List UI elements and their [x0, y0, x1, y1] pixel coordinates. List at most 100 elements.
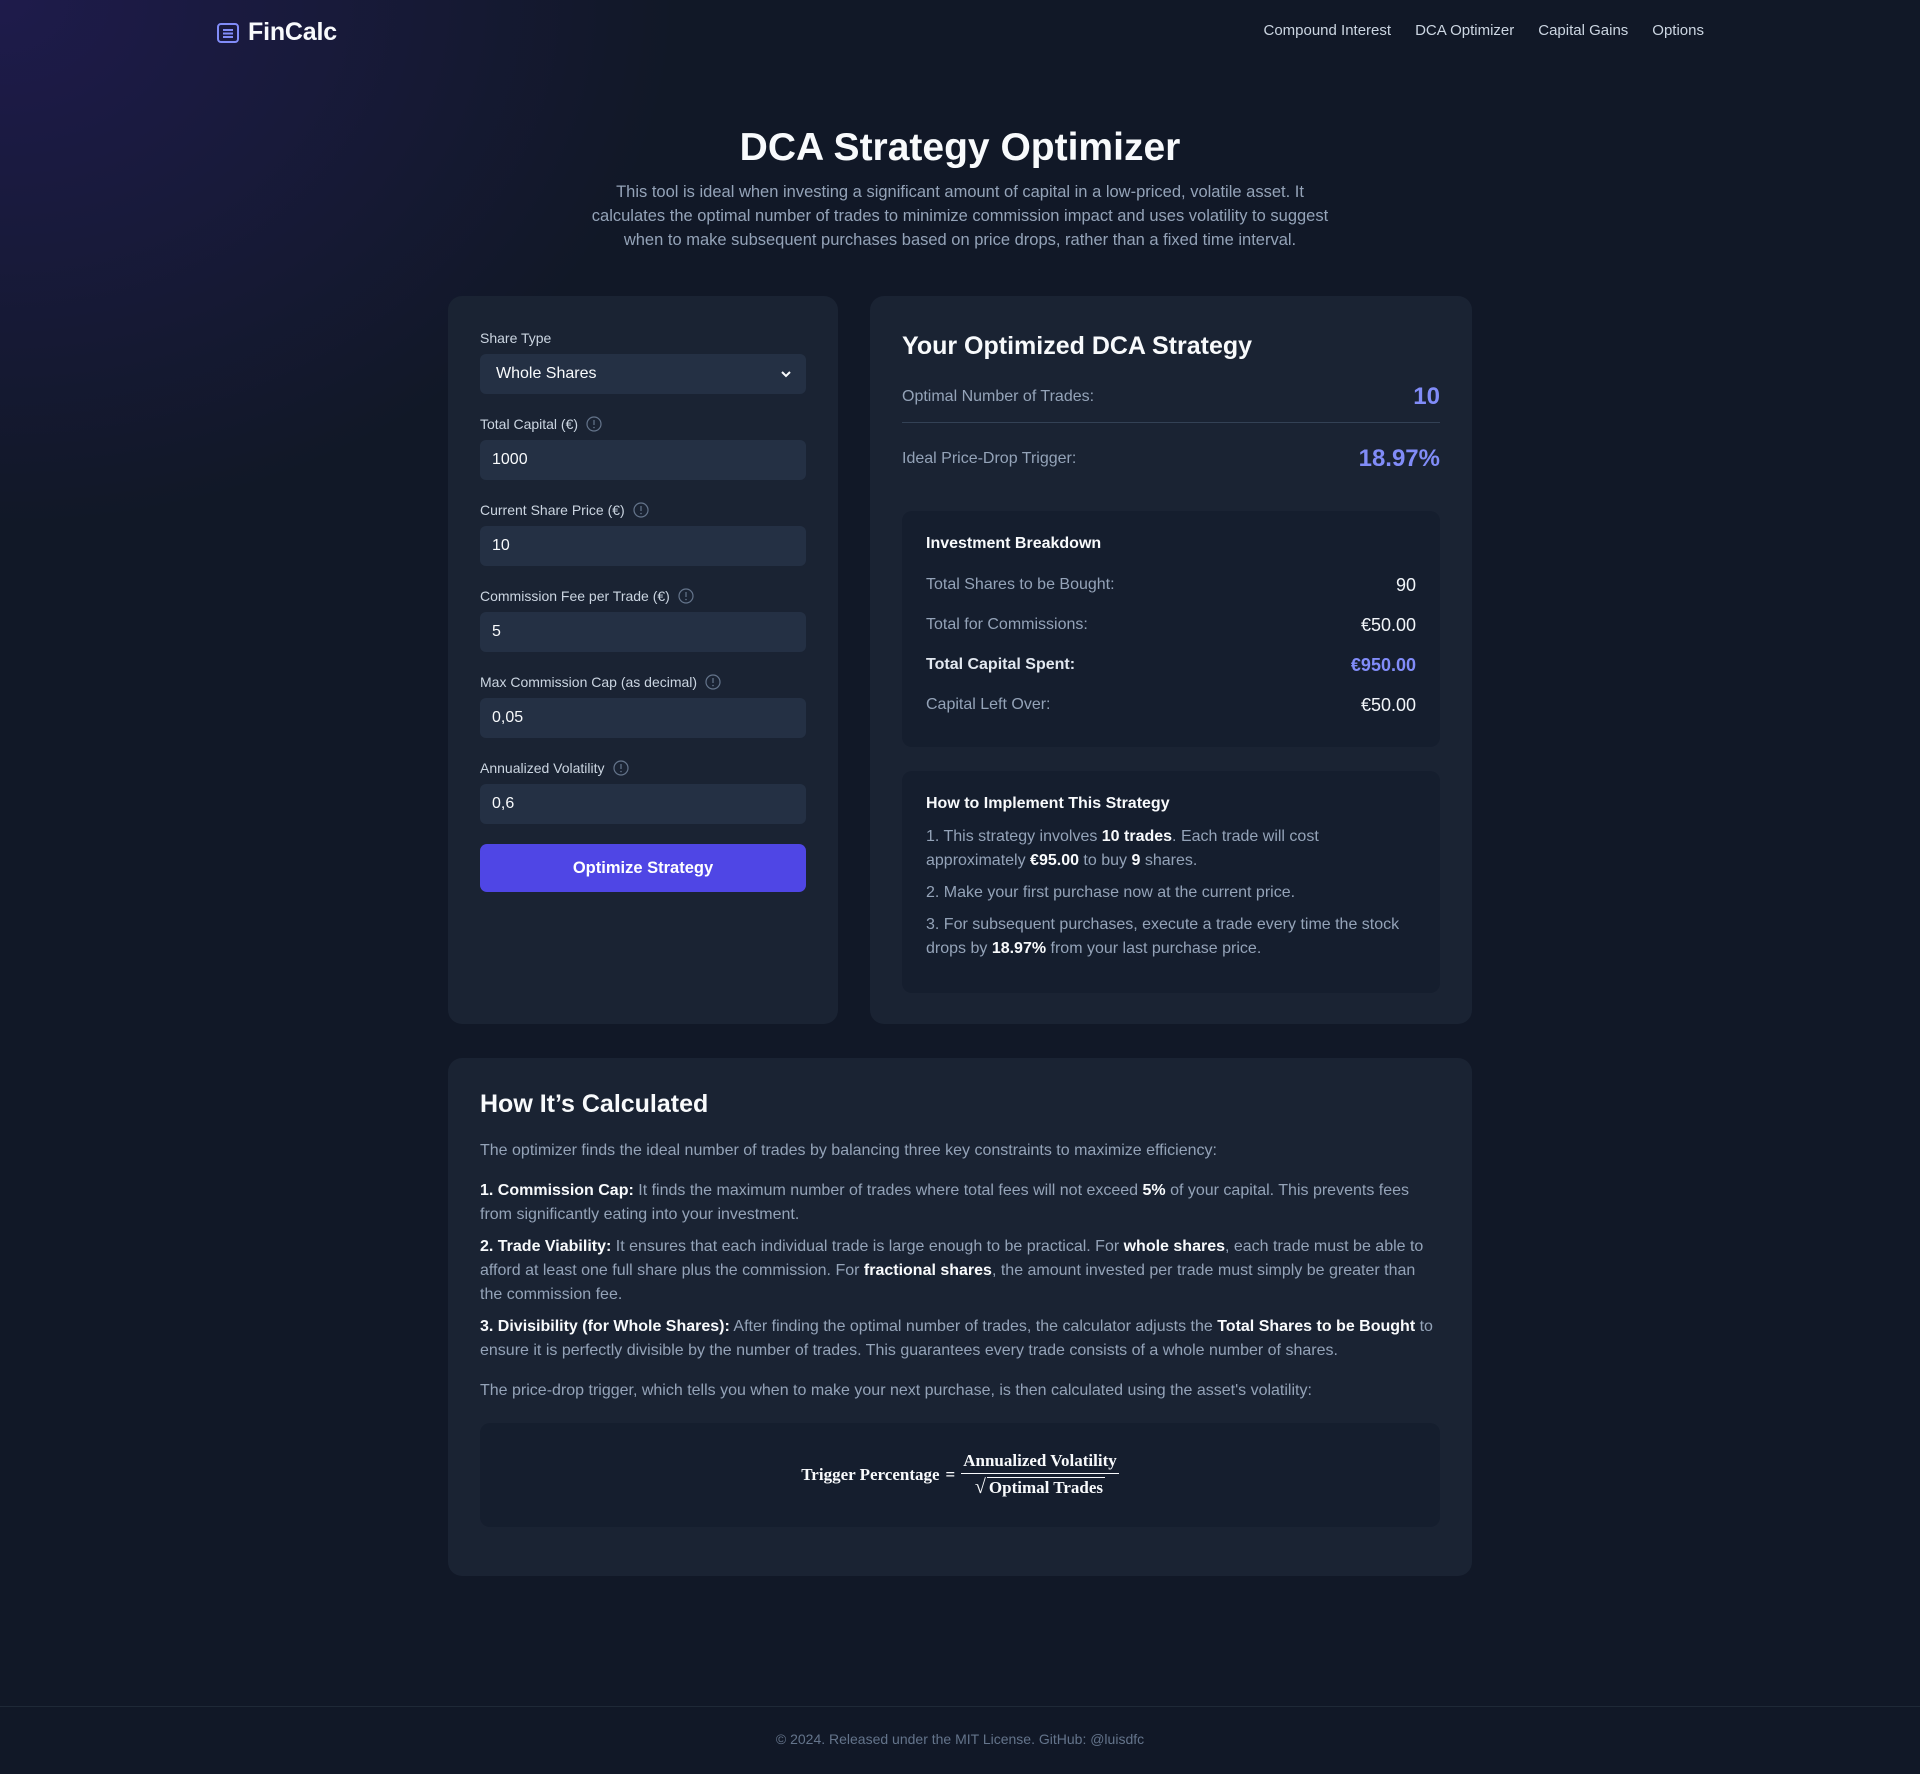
- step-emphasis: 10 trades: [1101, 828, 1173, 845]
- breakdown-row: Total for Commissions: €50.00: [926, 605, 1416, 645]
- commission-input[interactable]: 5: [480, 612, 806, 652]
- info-icon[interactable]: [612, 760, 629, 776]
- step-2: 2. Make your first purchase now at the c…: [926, 884, 1296, 901]
- step-emphasis: 18.97%: [991, 940, 1047, 957]
- square-root-icon: √: [974, 1476, 986, 1498]
- step-text: 1. This strategy involves: [926, 828, 1102, 845]
- optimal-trades-metric: Optimal Number of Trades: 10: [902, 375, 1440, 423]
- share-type-value: Whole Shares: [496, 365, 597, 382]
- breakdown-title: Investment Breakdown: [926, 535, 1102, 552]
- volatility-label-text: Annualized Volatility: [480, 760, 605, 776]
- optimize-strategy-button[interactable]: Optimize Strategy: [480, 844, 806, 892]
- trigger-metric: Ideal Price-Drop Trigger: 18.97%: [902, 427, 1440, 491]
- share-price-label: Current Share Price (€): [480, 500, 806, 520]
- how-calculated-card: How It’s Calculated The optimizer finds …: [448, 1058, 1472, 1576]
- step-text: to buy: [1078, 852, 1132, 869]
- calc-text: It ensures that each individual trade is…: [611, 1238, 1124, 1255]
- brand-name: FinCalc: [248, 18, 337, 46]
- calc-point-2: 2. Trade Viability: It ensures that each…: [480, 1235, 1440, 1307]
- breakdown-label: Total Capital Spent:: [926, 656, 1076, 673]
- breakdown-row-total: Total Capital Spent: €950.00: [926, 645, 1416, 685]
- nav-link-capital-gains[interactable]: Capital Gains: [1538, 22, 1628, 39]
- volatility-label: Annualized Volatility: [480, 758, 806, 778]
- calc-outro: The price-drop trigger, which tells you …: [480, 1382, 1312, 1399]
- formula-fraction: Annualized Volatility √ Optimal Trades: [961, 1451, 1119, 1499]
- formula-box: Trigger Percentage = Annualized Volatili…: [480, 1423, 1440, 1527]
- footer: © 2024. Released under the MIT License. …: [0, 1706, 1920, 1774]
- info-icon[interactable]: [705, 674, 721, 690]
- breakdown-label: Total Shares to be Bought:: [926, 576, 1115, 593]
- step-emphasis: €95.00: [1030, 852, 1079, 869]
- nav-link-compound-interest[interactable]: Compound Interest: [1263, 22, 1391, 39]
- calc-text: It finds the maximum number of trades wh…: [633, 1182, 1143, 1199]
- calc-emphasis: Total Shares to be Bought: [1217, 1318, 1416, 1335]
- optimal-trades-label: Optimal Number of Trades:: [902, 387, 1095, 405]
- input-form-card: Share Type Whole Shares Total Capital (€…: [448, 296, 838, 1024]
- implementation-title: How to Implement This Strategy: [926, 795, 1170, 812]
- share-price-input[interactable]: 10: [480, 526, 806, 566]
- results-card: Your Optimized DCA Strategy Optimal Numb…: [870, 296, 1472, 1024]
- brand[interactable]: FinCalc: [216, 18, 337, 47]
- info-icon[interactable]: [633, 502, 649, 518]
- share-type-label-text: Share Type: [480, 330, 552, 346]
- formula-lhs: Trigger Percentage: [801, 1465, 940, 1484]
- nav-link-options[interactable]: Options: [1652, 22, 1704, 39]
- info-icon[interactable]: [678, 588, 694, 604]
- calc-title: How It’s Calculated: [480, 1090, 709, 1118]
- calc-point-heading: 2. Trade Viability:: [480, 1238, 612, 1255]
- top-nav: FinCalc Compound Interest DCA Optimizer …: [0, 0, 1920, 64]
- share-price-label-text: Current Share Price (€): [480, 502, 625, 518]
- max-cap-input[interactable]: 0,05: [480, 698, 806, 738]
- calc-text: After finding the optimal number of trad…: [729, 1318, 1218, 1335]
- breakdown-value: €50.00: [1360, 694, 1416, 715]
- calc-point-3: 3. Divisibility (for Whole Shares): Afte…: [480, 1315, 1440, 1363]
- step-text: shares.: [1140, 852, 1198, 869]
- breakdown-value: 90: [1395, 574, 1416, 595]
- calc-emphasis: fractional shares: [863, 1262, 992, 1279]
- calc-point-1: 1. Commission Cap: It finds the maximum …: [480, 1179, 1440, 1227]
- results-title: Your Optimized DCA Strategy: [902, 332, 1253, 360]
- implementation-steps: How to Implement This Strategy 1. This s…: [902, 771, 1440, 993]
- chevron-down-icon: [780, 368, 792, 380]
- breakdown-value: €50.00: [1360, 614, 1416, 635]
- total-capital-input[interactable]: 1000: [480, 440, 806, 480]
- calc-point-heading: 3. Divisibility (for Whole Shares):: [480, 1318, 730, 1335]
- max-cap-label: Max Commission Cap (as decimal): [480, 672, 806, 692]
- breakdown-label: Capital Left Over:: [926, 696, 1051, 713]
- commission-field: Commission Fee per Trade (€) 5: [480, 586, 806, 652]
- total-capital-field: Total Capital (€) 1000: [480, 414, 806, 480]
- breakdown-label: Total for Commissions:: [926, 616, 1088, 633]
- trigger-label: Ideal Price-Drop Trigger:: [902, 450, 1077, 467]
- step-1: 1. This strategy involves 10 trades. Eac…: [926, 825, 1416, 873]
- formula-denominator-text: Optimal Trades: [986, 1477, 1106, 1497]
- trigger-value: 18.97%: [1358, 445, 1440, 472]
- share-type-select[interactable]: Whole Shares: [480, 354, 806, 394]
- total-capital-label-text: Total Capital (€): [480, 416, 579, 432]
- breakdown-row: Total Shares to be Bought: 90: [926, 565, 1416, 605]
- formula-denominator: √ Optimal Trades: [974, 1474, 1106, 1499]
- commission-label: Commission Fee per Trade (€): [480, 586, 806, 606]
- volatility-input[interactable]: 0,6: [480, 784, 806, 824]
- optimal-trades-value: 10: [1413, 382, 1440, 410]
- investment-breakdown: Investment Breakdown Total Shares to be …: [902, 511, 1440, 747]
- page-title: DCA Strategy Optimizer: [739, 126, 1181, 169]
- share-type-label: Share Type: [480, 328, 806, 348]
- share-type-field: Share Type Whole Shares: [480, 328, 806, 394]
- volatility-field: Annualized Volatility 0,6: [480, 758, 806, 824]
- nav-links: Compound Interest DCA Optimizer Capital …: [1263, 22, 1704, 39]
- formula-numerator: Annualized Volatility: [961, 1451, 1119, 1474]
- total-capital-label: Total Capital (€): [480, 414, 806, 434]
- trigger-formula: Trigger Percentage = Annualized Volatili…: [801, 1451, 1119, 1499]
- calc-point-heading: 1. Commission Cap:: [480, 1182, 634, 1199]
- step-text: from your last purchase price.: [1046, 940, 1262, 957]
- calc-intro: The optimizer finds the ideal number of …: [480, 1142, 1217, 1159]
- page-description: This tool is ideal when investing a sign…: [591, 183, 1329, 249]
- breakdown-row: Capital Left Over: €50.00: [926, 685, 1416, 725]
- nav-link-dca-optimizer[interactable]: DCA Optimizer: [1415, 22, 1514, 39]
- step-3: 3. For subsequent purchases, execute a t…: [926, 913, 1416, 961]
- info-icon[interactable]: [586, 416, 602, 432]
- calculator-list-icon: [216, 21, 240, 45]
- share-price-field: Current Share Price (€) 10: [480, 500, 806, 566]
- calc-emphasis: 5%: [1142, 1182, 1166, 1199]
- formula-equals: =: [945, 1465, 956, 1484]
